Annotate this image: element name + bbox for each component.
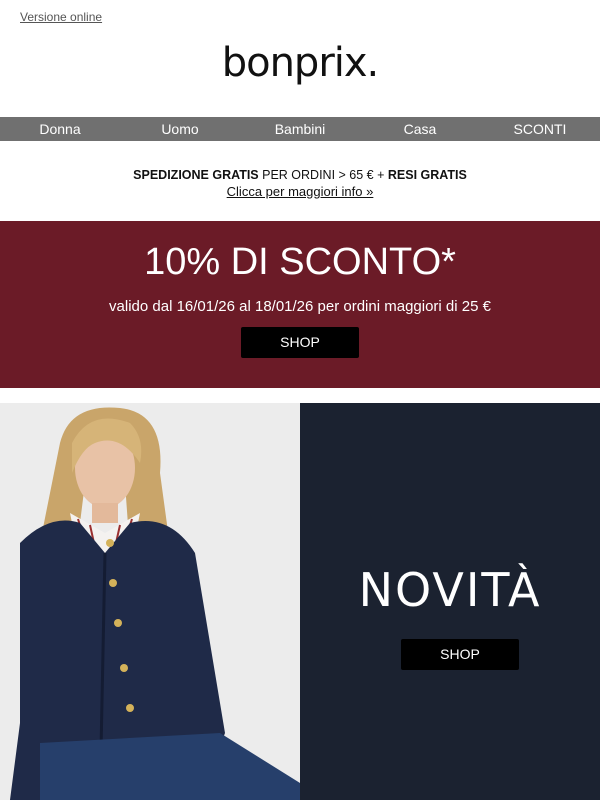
bonprix-logo[interactable]: bonprix. (0, 40, 600, 86)
new-arrivals-title: NOVITÀ (358, 563, 542, 617)
nav-item-sconti[interactable]: SCONTI (480, 117, 600, 141)
nav-item-bambini[interactable]: Bambini (240, 117, 360, 141)
discount-shop-button[interactable]: SHOP (241, 327, 359, 358)
discount-title: 10% DI SCONTO* (144, 241, 456, 283)
discount-subtitle: valido dal 16/01/26 al 18/01/26 per ordi… (109, 298, 491, 315)
section-spacer (0, 388, 600, 403)
new-arrivals-shop-button[interactable]: SHOP (401, 639, 519, 670)
more-info-link[interactable]: Clicca per maggiori info » (0, 184, 600, 199)
main-nav: Donna Uomo Bambini Casa SCONTI (0, 117, 600, 141)
shipping-condition: PER ORDINI > 65 € + (258, 168, 388, 182)
shipping-promo-text: SPEDIZIONE GRATIS PER ORDINI > 65 € + RE… (0, 168, 600, 182)
new-arrivals-panel: NOVITÀ SHOP (300, 403, 600, 800)
product-photo[interactable] (0, 403, 300, 800)
discount-banner: 10% DI SCONTO* valido dal 16/01/26 al 18… (0, 221, 600, 388)
online-version-link[interactable]: Versione online (20, 10, 102, 24)
model-illustration (0, 403, 300, 800)
free-returns-label: RESI GRATIS (387, 168, 467, 182)
nav-item-uomo[interactable]: Uomo (120, 117, 240, 141)
free-shipping-label: SPEDIZIONE GRATIS (133, 168, 259, 182)
nav-item-casa[interactable]: Casa (360, 117, 480, 141)
nav-item-donna[interactable]: Donna (0, 117, 120, 141)
